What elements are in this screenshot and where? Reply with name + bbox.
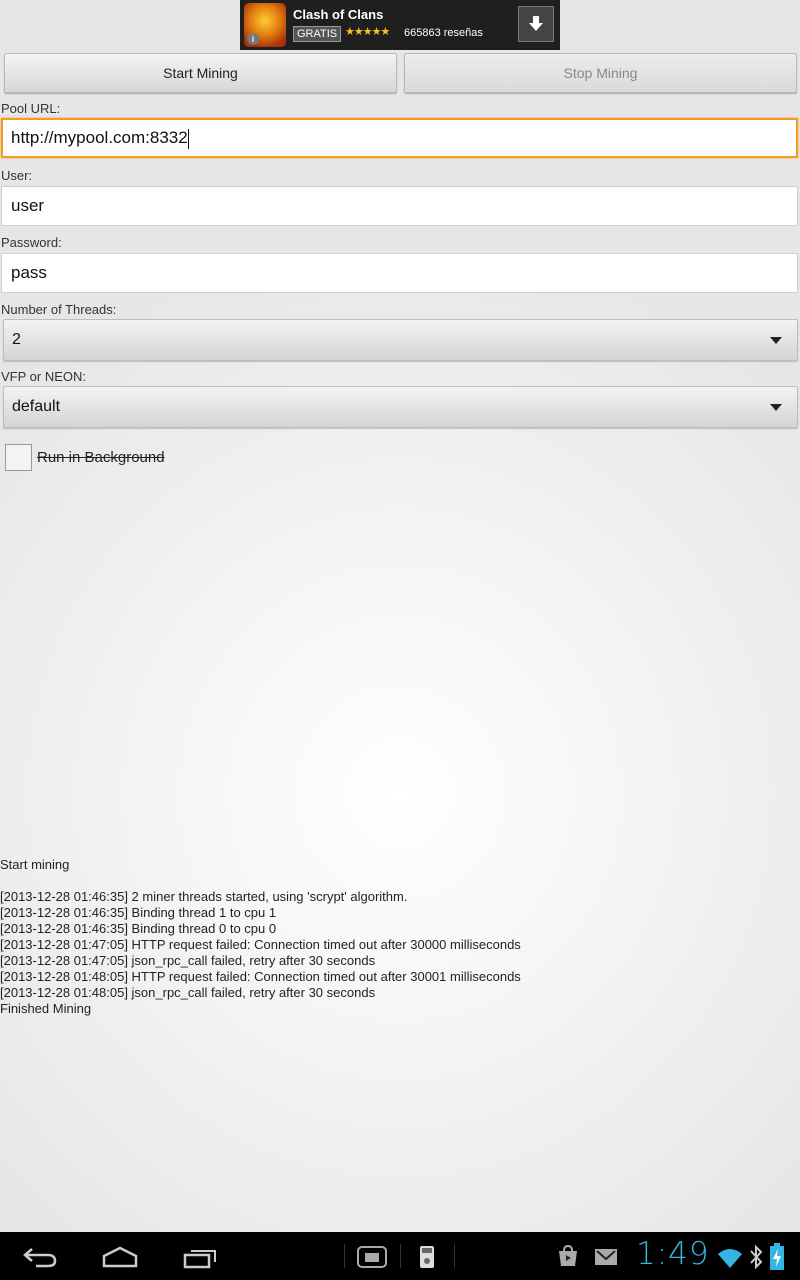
log-line: ​ — [0, 873, 521, 889]
info-icon[interactable]: i — [247, 33, 259, 45]
password-label: Password: — [1, 235, 62, 250]
threads-label: Number of Threads: — [1, 302, 117, 317]
back-icon[interactable] — [22, 1246, 58, 1268]
ad-banner[interactable]: i Clash of Clans GRATIS ★★★★★ 665863 res… — [240, 0, 560, 50]
pool-url-input[interactable]: http://mypool.com:8332 — [1, 118, 798, 158]
dropdown-arrow-icon — [770, 337, 782, 344]
ad-review-count: 665863 reseñas — [404, 27, 483, 39]
log-line: [2013-12-28 01:48:05] json_rpc_call fail… — [0, 985, 376, 1000]
pool-url-value: http://mypool.com:8332 — [11, 128, 188, 147]
pool-url-label: Pool URL: — [1, 101, 61, 116]
text-caret — [187, 128, 189, 149]
ad-download-button[interactable] — [518, 6, 554, 42]
vfp-neon-dropdown[interactable]: default — [3, 386, 798, 428]
log-line: [2013-12-28 01:46:35] 2 miner threads st… — [0, 889, 408, 904]
start-mining-button[interactable]: Start Mining — [4, 53, 397, 93]
log-line: [2013-12-28 01:47:05] json_rpc_call fail… — [0, 953, 376, 968]
dropdown-arrow-icon — [770, 404, 782, 411]
system-navigation-bar: 1:49 — [0, 1232, 800, 1280]
log-line: Start mining — [0, 857, 70, 872]
password-value: pass — [11, 263, 47, 282]
screenshot-icon[interactable] — [356, 1245, 388, 1269]
log-line: Finished Mining — [0, 1001, 92, 1016]
vfp-neon-value: default — [12, 398, 61, 415]
sd-card-icon — [420, 1246, 434, 1268]
bluetooth-icon — [750, 1244, 763, 1270]
threads-value: 2 — [12, 331, 21, 348]
password-input[interactable]: pass — [1, 253, 798, 293]
run-in-background-label[interactable]: Run in Background — [37, 449, 165, 466]
log-line: [2013-12-28 01:46:35] Binding thread 1 t… — [0, 905, 277, 920]
battery-charging-icon — [770, 1243, 784, 1270]
download-arrow-icon — [529, 16, 543, 31]
log-line: [2013-12-28 01:48:05] HTTP request faile… — [0, 969, 521, 984]
threads-dropdown[interactable]: 2 — [3, 319, 798, 361]
vfp-neon-label: VFP or NEON: — [1, 369, 87, 384]
gmail-icon — [595, 1249, 617, 1265]
user-label: User: — [1, 168, 33, 183]
run-in-background-checkbox[interactable] — [5, 444, 32, 471]
status-clock: 1:49 — [636, 1236, 710, 1272]
ad-title: Clash of Clans — [293, 7, 384, 22]
home-icon[interactable] — [101, 1246, 139, 1268]
clash-of-clans-app-icon[interactable]: i — [244, 3, 286, 47]
mining-log: Start mining ​ [2013-12-28 01:46:35] 2 m… — [0, 857, 521, 1017]
ad-price-badge: GRATIS — [293, 26, 342, 42]
log-line: [2013-12-28 01:46:35] Binding thread 0 t… — [0, 921, 277, 936]
stop-mining-button[interactable]: Stop Mining — [404, 53, 797, 93]
user-input[interactable]: user — [1, 186, 798, 226]
log-line: [2013-12-28 01:47:05] HTTP request faile… — [0, 937, 521, 952]
user-value: user — [11, 196, 45, 215]
recent-apps-icon[interactable] — [183, 1245, 219, 1269]
play-store-icon — [559, 1244, 577, 1266]
wifi-icon — [718, 1249, 742, 1268]
ad-rating-stars: ★★★★★ — [345, 26, 390, 38]
